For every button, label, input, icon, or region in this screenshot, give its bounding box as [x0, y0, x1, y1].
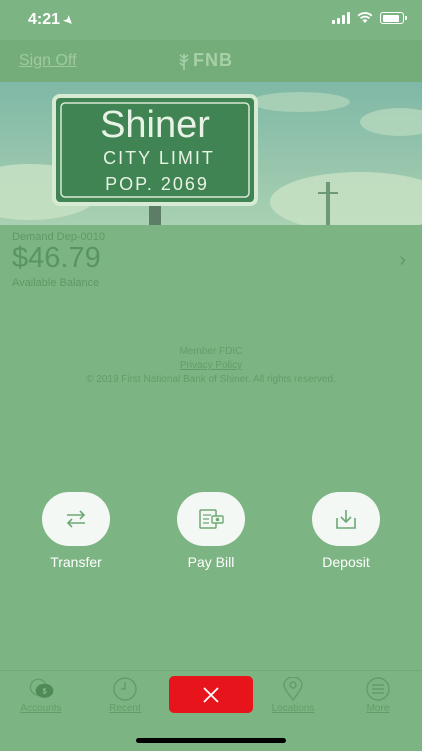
battery-icon	[380, 12, 407, 24]
battery-level	[382, 14, 399, 22]
sign-off-link[interactable]: Sign Off	[19, 52, 77, 70]
close-icon	[203, 686, 219, 703]
tab-more[interactable]: More	[343, 677, 413, 714]
quick-actions: Transfer Pay Bill Deposit	[0, 492, 422, 572]
wheat-logo-icon	[179, 53, 189, 70]
pay-bill-icon	[199, 509, 224, 529]
sign-line-1: Shiner	[100, 104, 210, 146]
header: Sign Off FNB	[0, 40, 422, 82]
deposit-label: Deposit	[322, 554, 370, 570]
tab-locations-label: Locations	[271, 703, 315, 714]
accounts-icon: $	[26, 677, 56, 701]
transfer-button[interactable]: Transfer	[21, 492, 131, 570]
city-limit-sign-image: Shiner CITY LIMIT POP. 2069	[0, 82, 422, 225]
transfer-label: Transfer	[50, 554, 102, 570]
pay-bill-button[interactable]: Pay Bill	[156, 492, 266, 570]
tab-accounts-label: Accounts	[20, 703, 62, 714]
account-row[interactable]: Demand Dep-0010 $46.79 Available Balance…	[0, 225, 422, 295]
pay-bill-circle	[177, 492, 245, 546]
tab-more-label: More	[366, 703, 390, 714]
menu-icon	[363, 677, 393, 701]
deposit-circle	[312, 492, 380, 546]
sign-line-2: CITY LIMIT	[103, 148, 215, 168]
pay-bill-label: Pay Bill	[187, 554, 235, 570]
account-balance: $46.79	[12, 242, 101, 274]
balance-label: Available Balance	[12, 277, 100, 289]
close-button[interactable]	[169, 676, 253, 713]
chevron-right-icon: ›	[399, 249, 406, 271]
status-bar: 4:21➤	[0, 0, 422, 40]
privacy-policy-link[interactable]: Privacy Policy	[0, 359, 422, 373]
logo-text: FNB	[193, 50, 233, 70]
transfer-arrows-icon	[66, 510, 86, 528]
location-arrow-icon: ➤	[60, 13, 76, 29]
copyright-text: © 2019 First National Bank of Shiner. Al…	[86, 374, 336, 385]
tab-accounts[interactable]: $ Accounts	[6, 677, 76, 714]
bank-logo: FNB	[178, 50, 233, 71]
status-time: 4:21➤	[28, 11, 76, 29]
sign-line-3: POP. 2069	[105, 174, 209, 194]
wifi-icon	[357, 12, 373, 23]
cellular-signal-icon	[332, 12, 350, 24]
deposit-button[interactable]: Deposit	[291, 492, 401, 570]
hero-image: Shiner CITY LIMIT POP. 2069	[0, 82, 422, 225]
map-pin-icon	[278, 677, 308, 701]
tab-recent-label: Recent	[109, 703, 141, 714]
transfer-circle	[42, 492, 110, 546]
member-fdic-text: Member FDIC	[179, 346, 243, 357]
clock-text: 4:21	[28, 11, 61, 28]
deposit-tray-icon	[336, 510, 356, 529]
clock-icon	[110, 677, 140, 701]
home-indicator	[136, 738, 286, 743]
status-icons	[332, 12, 407, 24]
tab-locations[interactable]: Locations	[258, 677, 328, 714]
tab-recent[interactable]: Recent	[90, 677, 160, 714]
footer-info: Member FDIC Privacy Policy © 2019 First …	[0, 345, 422, 387]
svg-text:$: $	[43, 688, 47, 695]
